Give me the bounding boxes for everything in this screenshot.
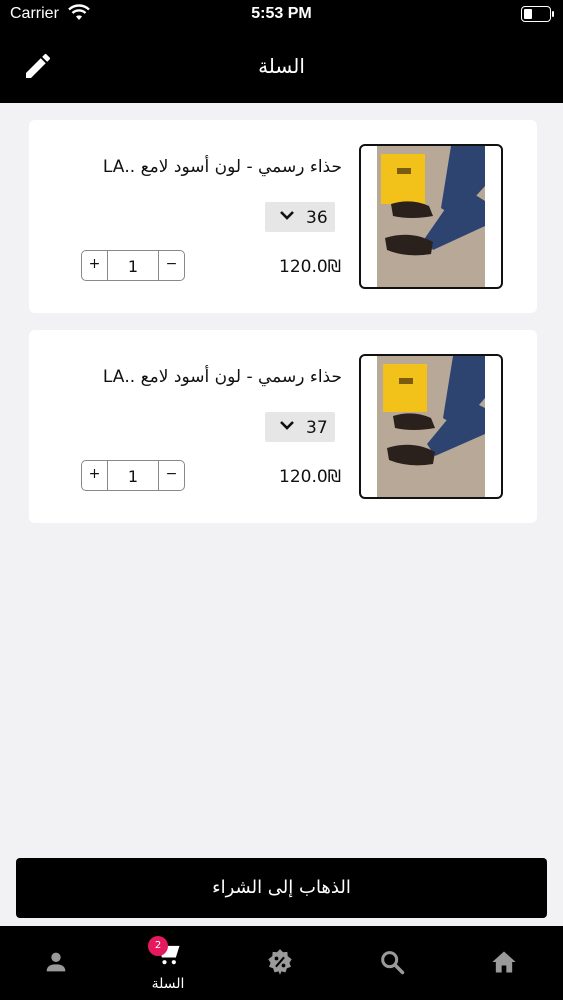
search-icon <box>381 951 405 975</box>
header-bar: Carrier 5:53 PM السلة <box>0 0 563 103</box>
product-name[interactable]: حذاء رسمي - لون أسود لامع ..LA <box>103 367 342 387</box>
chevron-down-icon <box>280 211 294 220</box>
clock: 5:53 PM <box>251 5 312 22</box>
product-image[interactable] <box>359 354 503 499</box>
size-value: 36 <box>306 208 328 228</box>
page-title: السلة <box>258 54 305 78</box>
product-price: 120.0₪ <box>279 257 341 277</box>
size-value: 37 <box>306 418 328 438</box>
cart-item: حذاء رسمي - لون أسود لامع ..LA 36 120.0₪… <box>29 120 537 313</box>
size-dropdown[interactable]: 37 <box>265 412 335 442</box>
product-name[interactable]: حذاء رسمي - لون أسود لامع ..LA <box>103 157 342 177</box>
tab-home[interactable] <box>464 926 544 1000</box>
chevron-down-icon <box>280 421 294 430</box>
increment-button[interactable]: + <box>82 251 108 280</box>
tab-search[interactable] <box>352 926 432 1000</box>
product-price: 120.0₪ <box>279 467 341 487</box>
tab-cart-label: السلة <box>151 976 185 992</box>
cart-count-badge: 2 <box>148 936 168 956</box>
product-image[interactable] <box>359 144 503 289</box>
status-bar: Carrier 5:53 PM <box>0 0 563 30</box>
cart-item: حذاء رسمي - لون أسود لامع ..LA 37 120.0₪… <box>29 330 537 523</box>
tab-bar: 2 السلة <box>0 926 563 1000</box>
increment-button[interactable]: + <box>82 461 108 490</box>
size-dropdown[interactable]: 36 <box>265 202 335 232</box>
checkout-button[interactable]: الذهاب إلى الشراء <box>16 858 547 918</box>
tab-profile[interactable] <box>16 926 96 1000</box>
quantity-stepper: + 1 − <box>81 250 185 281</box>
tab-discounts[interactable] <box>240 926 320 1000</box>
battery-icon <box>521 6 554 22</box>
home-icon <box>492 951 516 973</box>
decrement-button[interactable]: − <box>158 251 184 280</box>
quantity-stepper: + 1 − <box>81 460 185 491</box>
decrement-button[interactable]: − <box>158 461 184 490</box>
quantity-value: 1 <box>127 467 139 486</box>
profile-icon <box>46 952 66 972</box>
quantity-value: 1 <box>127 257 139 276</box>
tab-cart[interactable]: 2 السلة <box>128 926 208 1000</box>
discount-icon <box>268 949 292 975</box>
